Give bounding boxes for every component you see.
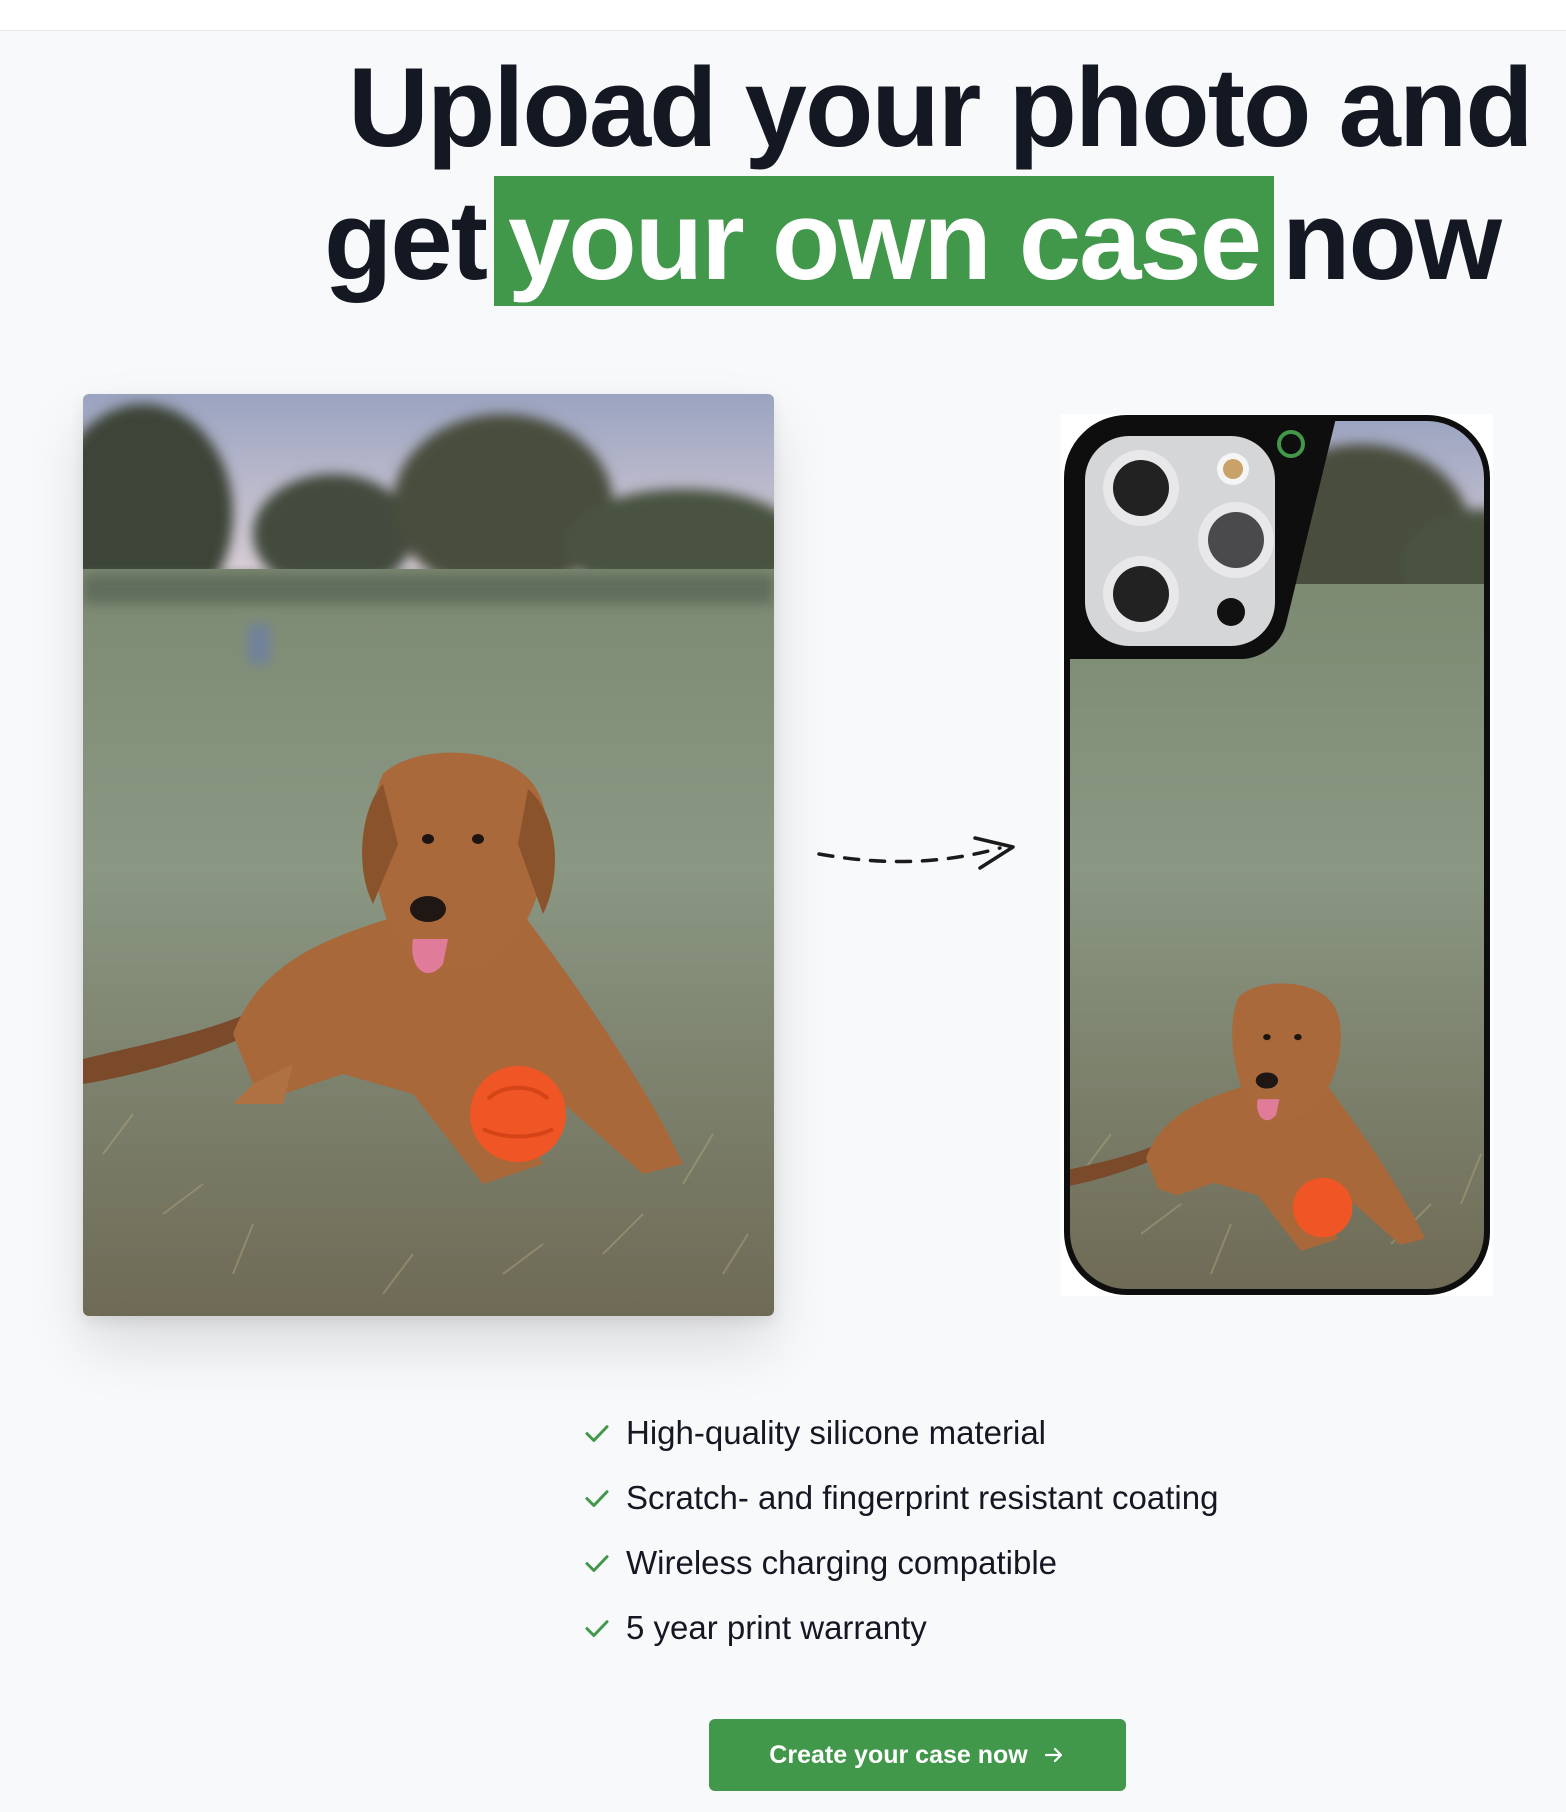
headline-prefix: get: [324, 178, 488, 303]
create-case-button[interactable]: Create your case now: [709, 1719, 1126, 1791]
headline-highlight: your own case: [494, 176, 1275, 306]
check-icon: [585, 1554, 609, 1572]
feature-item: Scratch- and fingerprint resistant coati…: [582, 1465, 1218, 1530]
headline-line-2: get your own case now: [324, 176, 1502, 306]
create-case-button-label: Create your case now: [769, 1740, 1028, 1769]
headline-line-1: Upload your photo and: [348, 45, 1534, 170]
feature-label: 5 year print warranty: [626, 1608, 927, 1646]
dog-photo-illustration: [83, 394, 774, 1316]
check-icon: [585, 1619, 609, 1637]
feature-item: Wireless charging compatible: [582, 1530, 1218, 1595]
feature-item: 5 year print warranty: [582, 1595, 1218, 1660]
feature-label: Wireless charging compatible: [626, 1543, 1058, 1581]
top-navbar: [0, 0, 1566, 31]
arrow-right-icon: [1044, 1747, 1062, 1763]
headline-suffix: now: [1282, 178, 1502, 303]
dashed-arrow-icon: [817, 836, 1015, 870]
uploaded-photo: [83, 394, 774, 1316]
phone-case-illustration: [1064, 415, 1490, 1295]
feature-item: High-quality silicone material: [582, 1400, 1218, 1465]
check-icon: [585, 1489, 609, 1507]
feature-list: High-quality silicone material Scratch- …: [582, 1400, 1218, 1660]
feature-label: High-quality silicone material: [626, 1413, 1047, 1451]
phone-case-preview: [1061, 414, 1493, 1296]
check-icon: [585, 1424, 609, 1442]
feature-label: Scratch- and fingerprint resistant coati…: [626, 1478, 1219, 1516]
